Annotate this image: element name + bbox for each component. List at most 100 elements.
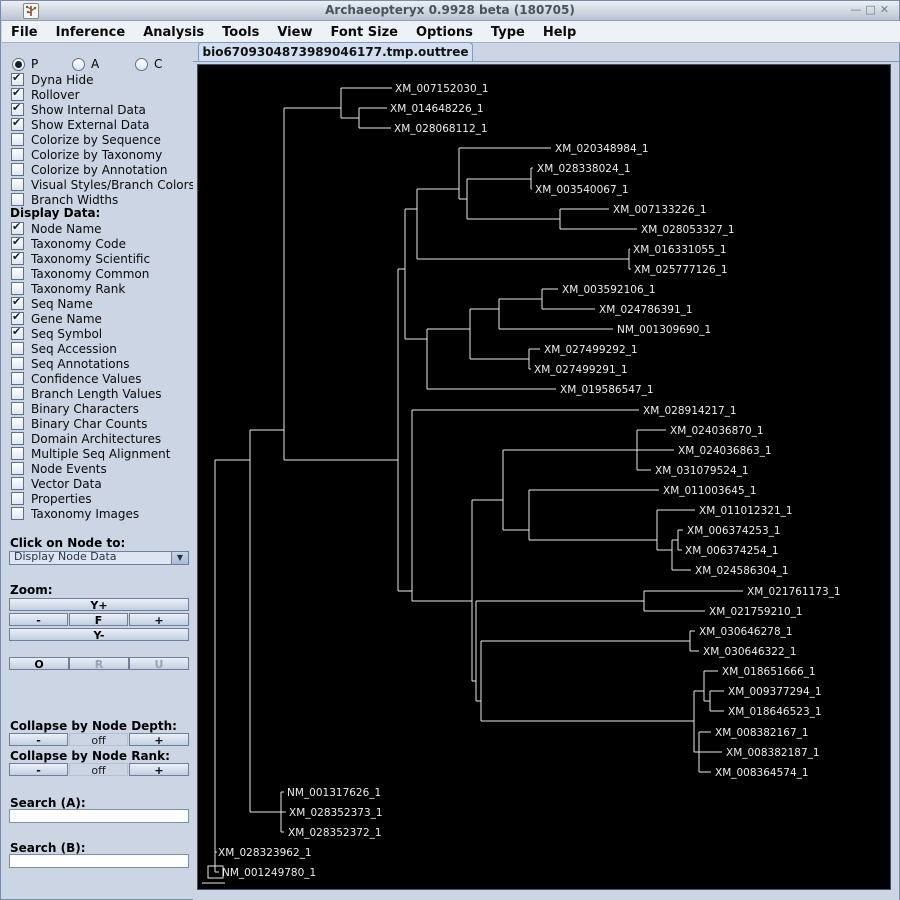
checkbox-visual-styles-branch-colors[interactable]: Visual Styles/Branch Colors	[2, 177, 195, 192]
tip-label[interactable]: XM_028068112_1	[394, 123, 488, 135]
checkbox-taxonomy-images[interactable]: Taxonomy Images	[2, 506, 193, 521]
menu-inference[interactable]: Inference	[47, 23, 135, 44]
checkbox-show-external-data[interactable]: Show External Data	[2, 116, 193, 132]
minimize-button[interactable]: —	[850, 3, 865, 16]
checkbox-show-internal-data[interactable]: Show Internal Data	[2, 101, 193, 117]
checkbox-seq-name[interactable]: Seq Name	[2, 295, 193, 311]
checkbox-dyna-hide[interactable]: Dyna Hide	[2, 71, 193, 87]
tip-label[interactable]: XM_003592106_1	[562, 284, 656, 296]
tip-label[interactable]: XM_003540067_1	[535, 184, 629, 196]
tip-label[interactable]: NM_001249780_1	[222, 867, 316, 879]
tip-label[interactable]: XM_027499292_1	[544, 344, 638, 356]
checkbox-seq-annotations[interactable]: Seq Annotations	[2, 356, 193, 371]
close-button[interactable]: ✕	[880, 3, 893, 16]
title-bar[interactable]: Archaeopteryx 0.9928 beta (180705) —□✕	[1, 1, 899, 21]
checkbox-seq-symbol[interactable]: Seq Symbol	[2, 325, 193, 341]
tip-label[interactable]: XM_008364574_1	[715, 767, 809, 779]
tip-label[interactable]: XM_014648226_1	[390, 103, 484, 115]
checkbox-colorize-by-sequence[interactable]: Colorize by Sequence	[2, 132, 193, 147]
tip-label[interactable]: XM_028352372_1	[288, 827, 382, 839]
chevron-down-icon[interactable]: ▼	[171, 552, 188, 564]
checkbox-colorize-by-annotation[interactable]: Colorize by Annotation	[2, 162, 193, 177]
search-b-input[interactable]	[9, 854, 189, 868]
tip-label[interactable]: XM_021761173_1	[747, 586, 841, 598]
tip-label[interactable]: XM_020348984_1	[555, 143, 649, 155]
uncollapse-button[interactable]: U	[129, 657, 189, 670]
tip-label[interactable]: XM_018646523_1	[728, 706, 822, 718]
menu-type[interactable]: Type	[482, 23, 534, 44]
checkbox-taxonomy-rank[interactable]: Taxonomy Rank	[2, 281, 193, 296]
checkbox-confidence-values[interactable]: Confidence Values	[2, 371, 193, 386]
tip-label[interactable]: XM_028323962_1	[218, 847, 312, 859]
menu-file[interactable]: File	[2, 23, 47, 44]
tip-label[interactable]: XM_031079524_1	[655, 465, 749, 477]
radio-c[interactable]: C	[135, 57, 162, 71]
collapse-rank-minus-button[interactable]: -	[9, 763, 68, 776]
checkbox-taxonomy-common[interactable]: Taxonomy Common	[2, 266, 193, 281]
checkbox-rollover[interactable]: Rollover	[2, 86, 193, 102]
tip-label[interactable]: XM_028352373_1	[289, 807, 383, 819]
phylogenetic-tree-canvas[interactable]: XM_007152030_1 XM_014648226_1 XM_028068112…	[197, 64, 891, 890]
checkbox-taxonomy-code[interactable]: Taxonomy Code	[2, 235, 193, 251]
checkbox-node-events[interactable]: Node Events	[2, 461, 193, 476]
checkbox-properties[interactable]: Properties	[2, 491, 193, 506]
menu-options[interactable]: Options	[407, 23, 482, 44]
zoom-plus-button[interactable]: +	[129, 613, 189, 626]
return-button[interactable]: R	[69, 657, 129, 670]
tip-label[interactable]: XM_024036870_1	[670, 425, 764, 437]
zoom-y-plus-button[interactable]: Y+	[9, 598, 189, 611]
tip-label[interactable]: XM_027499291_1	[534, 364, 628, 376]
tip-label[interactable]: XM_009377294_1	[728, 686, 822, 698]
checkbox-binary-char-counts[interactable]: Binary Char Counts	[2, 416, 193, 431]
tip-label[interactable]: XM_030646278_1	[699, 626, 793, 638]
checkbox-node-name[interactable]: Node Name	[2, 220, 193, 236]
tip-label[interactable]: XM_024036863_1	[678, 445, 772, 457]
checkbox-multiple-seq-alignment[interactable]: Multiple Seq Alignment	[2, 446, 193, 461]
collapse-depth-plus-button[interactable]: +	[129, 733, 189, 746]
tip-label[interactable]: XM_007133226_1	[613, 204, 707, 216]
radio-p[interactable]: P	[12, 57, 38, 71]
order-button[interactable]: O	[9, 657, 69, 670]
checkbox-seq-accession[interactable]: Seq Accession	[2, 341, 193, 356]
tip-label[interactable]: XM_008382187_1	[726, 747, 820, 759]
collapse-depth-minus-button[interactable]: -	[9, 733, 68, 746]
tip-label[interactable]: XM_019586547_1	[560, 384, 654, 396]
tip-label[interactable]: XM_018651666_1	[722, 666, 816, 678]
tip-label[interactable]: XM_024586304_1	[695, 565, 789, 577]
menu-font-size[interactable]: Font Size	[321, 23, 406, 44]
search-a-input[interactable]	[9, 809, 189, 823]
menu-help[interactable]: Help	[534, 23, 585, 44]
checkbox-branch-widths[interactable]: Branch Widths	[2, 192, 193, 207]
menu-analysis[interactable]: Analysis	[134, 23, 213, 44]
tip-label[interactable]: XM_006374254_1	[685, 545, 779, 557]
collapse-rank-plus-button[interactable]: +	[129, 763, 189, 776]
checkbox-domain-architectures[interactable]: Domain Architectures	[2, 431, 193, 446]
tip-label[interactable]: XM_028338024_1	[537, 163, 631, 175]
tip-label[interactable]: XM_024786391_1	[599, 304, 693, 316]
zoom-fit-button[interactable]: F	[69, 613, 128, 626]
tip-label[interactable]: XM_006374253_1	[687, 525, 781, 537]
radio-a[interactable]: A	[72, 57, 99, 71]
tip-label[interactable]: XM_025777126_1	[634, 264, 728, 276]
tip-label[interactable]: XM_028053327_1	[641, 224, 735, 236]
tip-label[interactable]: NM_001317626_1	[287, 787, 381, 799]
tip-label[interactable]: XM_007152030_1	[395, 83, 489, 95]
zoom-y-minus-button[interactable]: Y-	[9, 628, 189, 641]
maximize-button[interactable]: □	[865, 3, 879, 16]
menu-tools[interactable]: Tools	[213, 23, 268, 44]
tip-label[interactable]: XM_021759210_1	[709, 606, 803, 618]
checkbox-colorize-by-taxonomy[interactable]: Colorize by Taxonomy	[2, 147, 193, 162]
checkbox-branch-length-values[interactable]: Branch Length Values	[2, 386, 193, 401]
tip-label[interactable]: XM_011012321_1	[699, 505, 793, 517]
checkbox-gene-name[interactable]: Gene Name	[2, 310, 193, 326]
tip-label[interactable]: XM_028914217_1	[643, 405, 737, 417]
checkbox-taxonomy-scientific[interactable]: Taxonomy Scientific	[2, 250, 193, 266]
click-on-node-dropdown[interactable]: Display Node Data ▼	[9, 550, 189, 565]
checkbox-vector-data[interactable]: Vector Data	[2, 476, 193, 491]
zoom-minus-button[interactable]: -	[9, 613, 68, 626]
menu-view[interactable]: View	[268, 23, 321, 44]
tip-label[interactable]: XM_011003645_1	[663, 485, 757, 497]
checkbox-binary-characters[interactable]: Binary Characters	[2, 401, 193, 416]
tip-label[interactable]: XM_016331055_1	[633, 244, 727, 256]
tip-label[interactable]: XM_008382167_1	[715, 727, 809, 739]
